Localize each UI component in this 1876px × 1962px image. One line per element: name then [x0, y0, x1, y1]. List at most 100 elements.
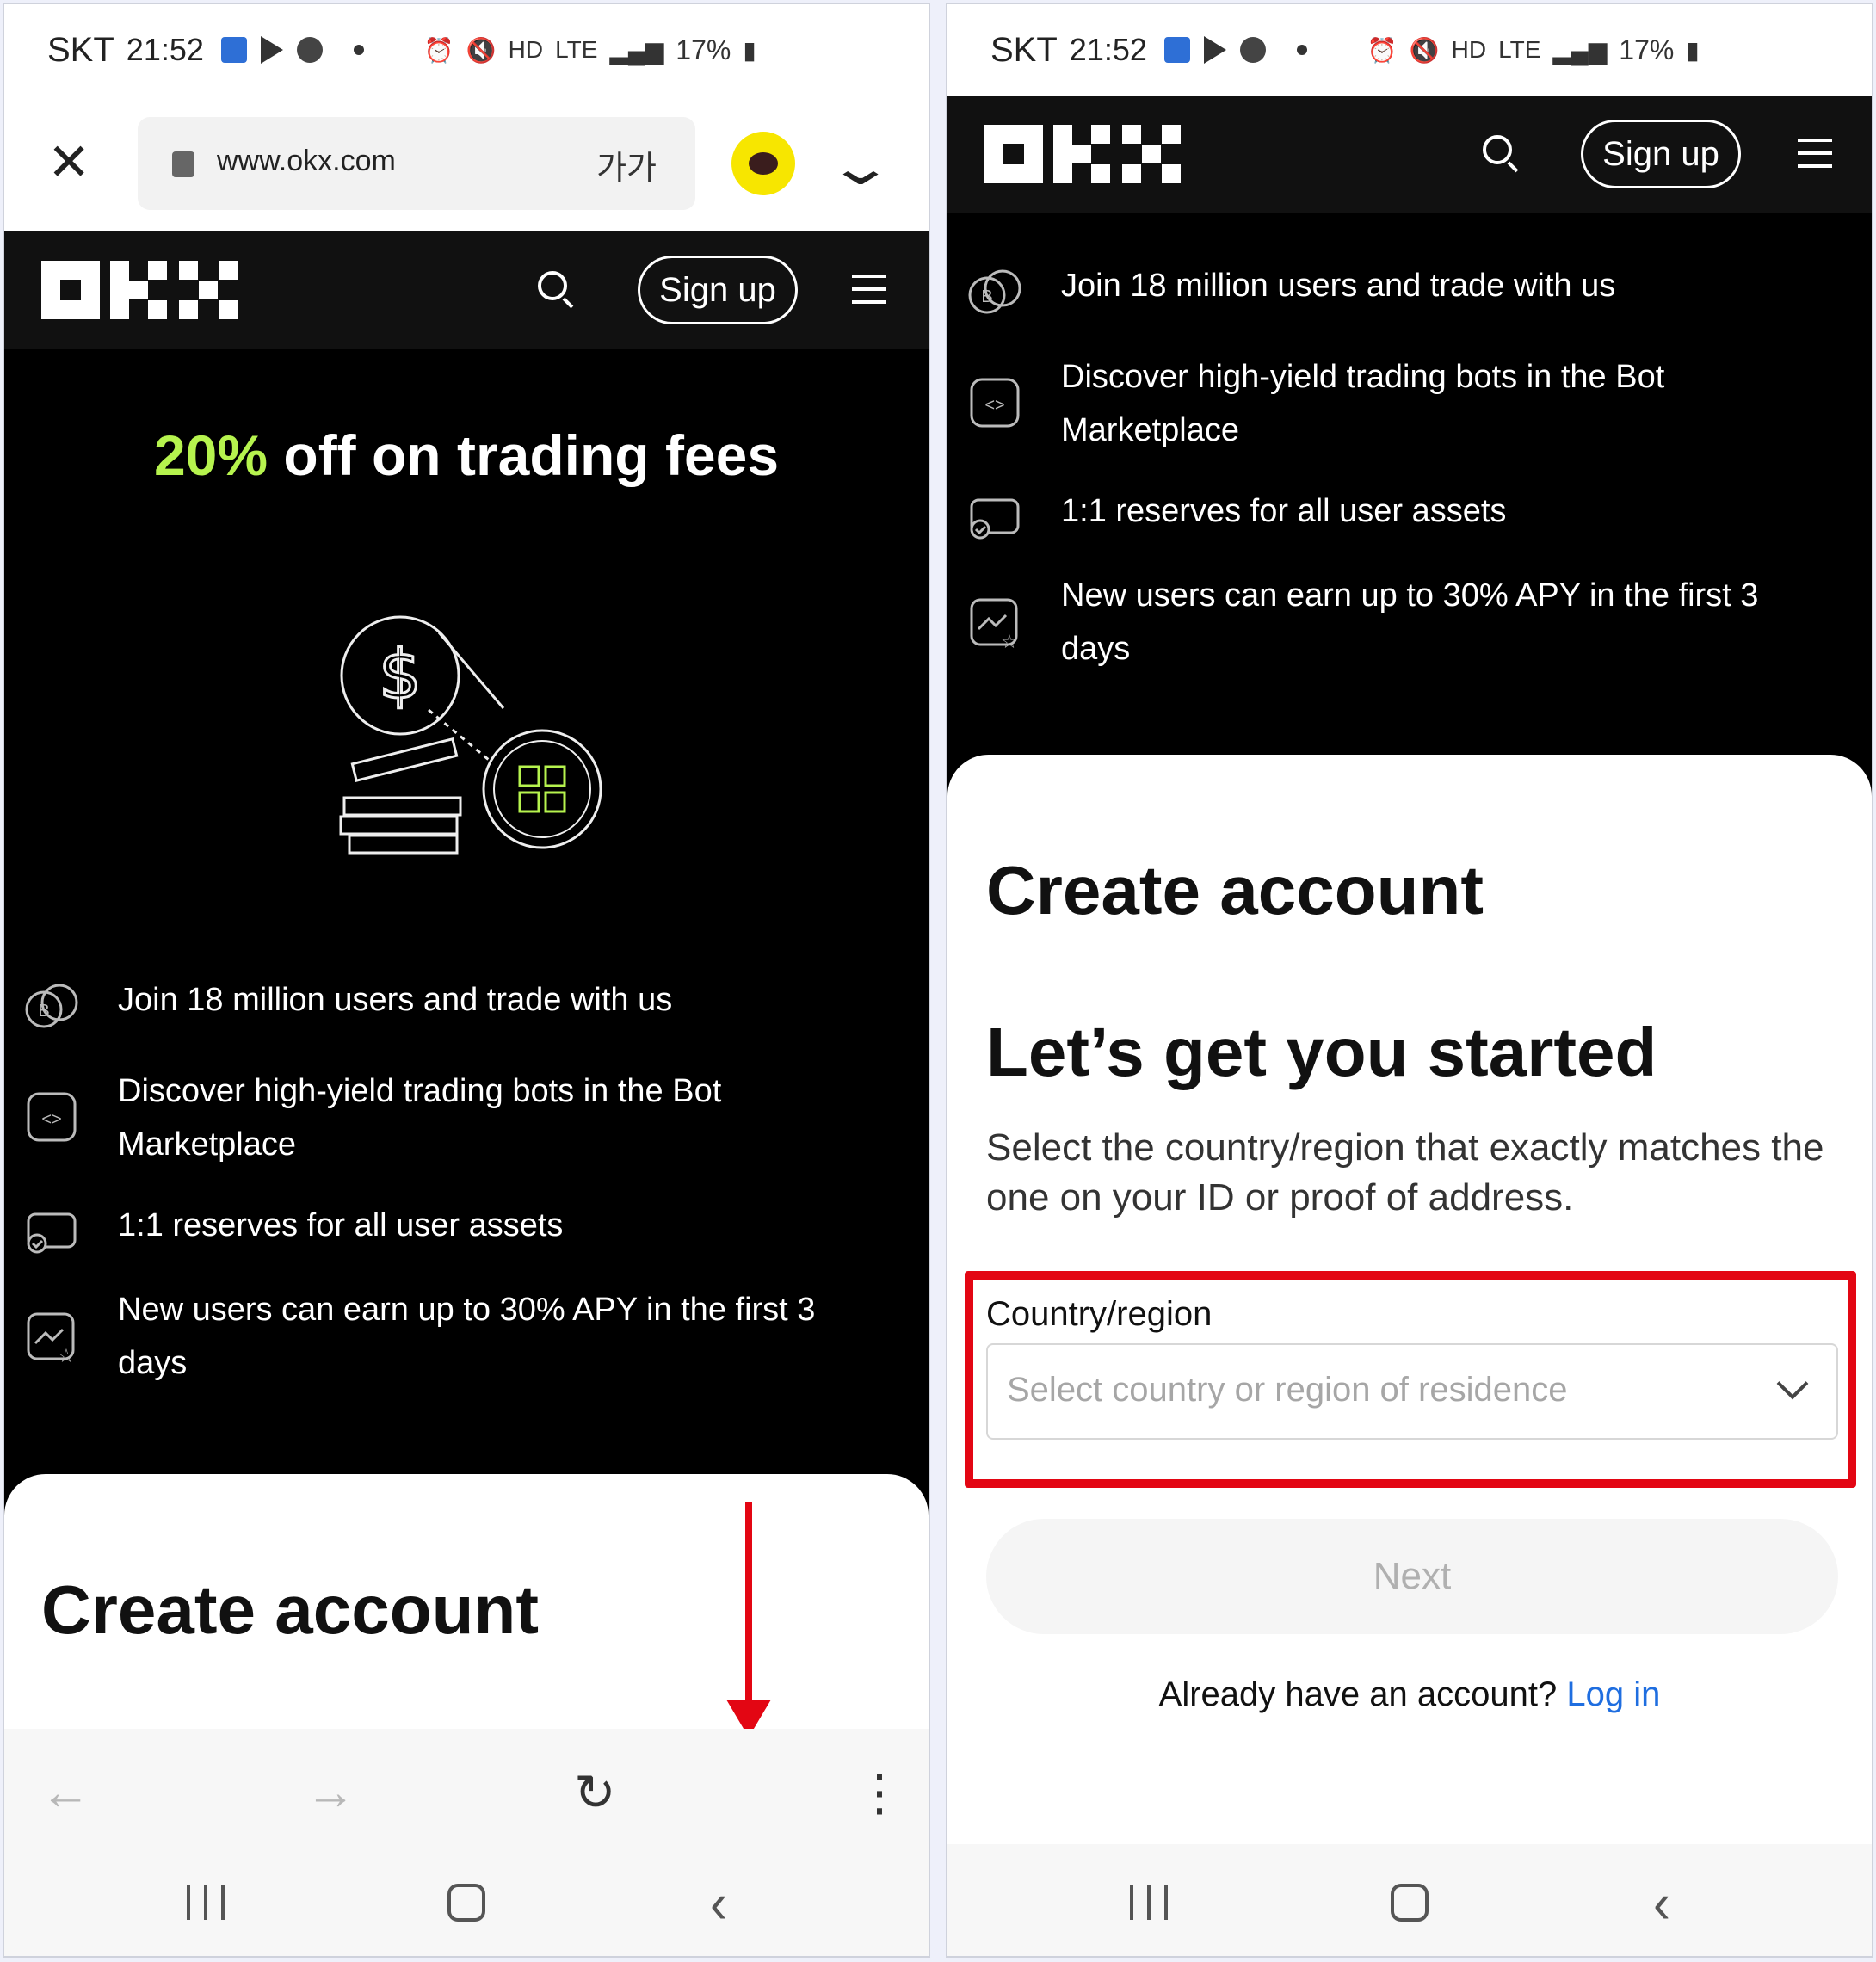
search-icon[interactable]: [1481, 133, 1521, 173]
clock: 21:52: [126, 32, 204, 67]
forward-arrow-icon[interactable]: →: [305, 1763, 355, 1821]
okx-header: Sign up: [4, 231, 929, 349]
coins-illustration: $: [339, 615, 602, 855]
signup-button[interactable]: Sign up: [1581, 120, 1741, 188]
battery-level: 17%: [676, 34, 731, 65]
feature-text: Join 18 million users and trade with us: [118, 982, 673, 1018]
battery-level: 17%: [1619, 34, 1675, 65]
login-prompt-text: Already have an account?: [1158, 1675, 1558, 1713]
next-button[interactable]: Next: [986, 1519, 1838, 1634]
lte-icon: LTE: [555, 36, 598, 63]
wear-icon: [296, 37, 323, 63]
country-region-select[interactable]: Select country or region of residence: [986, 1343, 1838, 1440]
signup-button[interactable]: Sign up: [638, 256, 798, 324]
signal-icon: ▂▄▆: [1552, 36, 1608, 64]
create-account-title: Create account: [41, 1571, 539, 1648]
promo-title-rest: off on trading fees: [268, 423, 780, 487]
login-link[interactable]: Log in: [1566, 1675, 1660, 1713]
create-account-sheet: Create account: [4, 1474, 929, 1732]
feature-text: New users can earn up to 30% APY in the …: [1061, 577, 1759, 667]
play-icon: [1203, 36, 1226, 64]
wallet-check-icon: [970, 498, 1020, 540]
status-bar: SKT 21:52 ⏰ 🔇 HD LTE ▂▄▆ 17% ▮: [4, 4, 929, 96]
clock: 21:52: [1069, 32, 1147, 67]
url-text: www.okx.com: [217, 145, 396, 177]
carrier-label: SKT: [47, 30, 114, 69]
notification-icon: [1163, 37, 1190, 63]
dot-icon: [1296, 45, 1307, 55]
hd-voice-icon: HD: [508, 36, 544, 63]
dot-icon: [353, 45, 364, 55]
country-region-label: Country/region: [986, 1295, 1213, 1333]
home-icon[interactable]: [1391, 1884, 1429, 1922]
close-icon[interactable]: ✕: [47, 137, 92, 188]
battery-icon: ▮: [743, 36, 756, 64]
hd-voice-icon: HD: [1451, 36, 1487, 63]
svg-text:☆: ☆: [58, 1345, 75, 1366]
svg-text:<>: <>: [41, 1110, 61, 1129]
back-icon[interactable]: ‹: [710, 1871, 727, 1936]
okx-header: Sign up: [947, 96, 1872, 213]
form-subtitle: Let’s get you started: [986, 1014, 1657, 1090]
wallet-check-icon: [27, 1212, 77, 1254]
recents-icon[interactable]: [187, 1885, 225, 1920]
more-vert-icon[interactable]: ⋮: [855, 1763, 904, 1822]
create-account-sheet: Create account Let’s get you started Sel…: [947, 755, 1872, 1873]
coins-icon: B: [968, 269, 1021, 314]
notification-icon: [220, 37, 247, 63]
battery-icon: ▮: [1686, 36, 1700, 64]
code-bot-icon: <>: [970, 378, 1020, 428]
text-size-button[interactable]: 가가: [596, 141, 657, 188]
create-account-title: Create account: [986, 852, 1484, 929]
mute-icon: 🔇: [1409, 36, 1440, 64]
feature-text: New users can earn up to 30% APY in the …: [118, 1292, 816, 1381]
feature-text: 1:1 reserves for all user assets: [1061, 493, 1507, 529]
home-icon[interactable]: [447, 1884, 485, 1922]
wear-icon: [1239, 37, 1266, 63]
system-nav-bar: ‹: [4, 1844, 929, 1956]
okx-logo[interactable]: [41, 261, 238, 319]
feature-text: Discover high-yield trading bots in the …: [118, 1073, 722, 1163]
svg-text:<>: <>: [984, 396, 1004, 415]
mute-icon: 🔇: [466, 36, 497, 64]
okx-logo[interactable]: [984, 125, 1181, 183]
svg-text:B: B: [38, 1002, 49, 1021]
right-screen: SKT 21:52 ⏰ 🔇 HD LTE ▂▄▆ 17% ▮ Sign up B…: [946, 3, 1873, 1958]
status-bar: SKT 21:52 ⏰ 🔇 HD LTE ▂▄▆ 17% ▮: [947, 4, 1872, 96]
menu-icon[interactable]: [1798, 139, 1832, 168]
reload-icon[interactable]: ↻: [574, 1763, 616, 1822]
carrier-label: SKT: [990, 30, 1058, 69]
feature-text: 1:1 reserves for all user assets: [118, 1207, 564, 1243]
back-arrow-icon[interactable]: ←: [40, 1763, 90, 1821]
select-placeholder: Select country or region of residence: [1007, 1371, 1568, 1409]
play-icon: [260, 36, 283, 64]
back-icon[interactable]: ‹: [1653, 1871, 1670, 1936]
lock-icon: [172, 151, 194, 177]
promo-title: 20% off on trading fees: [4, 423, 929, 488]
system-nav-bar: ‹: [947, 1844, 1872, 1956]
recents-icon[interactable]: [1130, 1885, 1168, 1920]
svg-text:$: $: [379, 637, 422, 714]
feature-text: Join 18 million users and trade with us: [1061, 268, 1616, 304]
chat-bubble-icon[interactable]: [731, 132, 795, 195]
code-bot-icon: <>: [27, 1092, 77, 1142]
chevron-down-icon: [1776, 1367, 1809, 1400]
alarm-icon: ⏰: [423, 36, 454, 64]
search-icon[interactable]: [536, 269, 576, 309]
chart-star-icon: ☆: [970, 598, 1018, 651]
browser-toolbar: ← → ↻ ⋮: [4, 1729, 929, 1849]
login-prompt: Already have an account? Log in: [947, 1675, 1872, 1714]
svg-text:B: B: [981, 287, 992, 306]
menu-icon[interactable]: [852, 275, 886, 304]
promo-highlight: 20%: [153, 423, 268, 487]
annotation-arrow: [745, 1502, 752, 1717]
feature-text: Discover high-yield trading bots in the …: [1061, 359, 1665, 448]
alarm-icon: ⏰: [1367, 36, 1398, 64]
browser-address-bar: ✕ www.okx.com 가가 ⌄: [4, 96, 929, 231]
left-screen: SKT 21:52 ⏰ 🔇 HD LTE ▂▄▆ 17% ▮ ✕ www.okx…: [3, 3, 930, 1958]
url-field[interactable]: www.okx.com 가가: [138, 117, 695, 210]
chevron-down-icon[interactable]: ⌄: [826, 137, 895, 197]
signal-icon: ▂▄▆: [609, 36, 664, 64]
chart-star-icon: ☆: [27, 1312, 75, 1366]
form-description: Select the country/region that exactly m…: [986, 1126, 1824, 1219]
